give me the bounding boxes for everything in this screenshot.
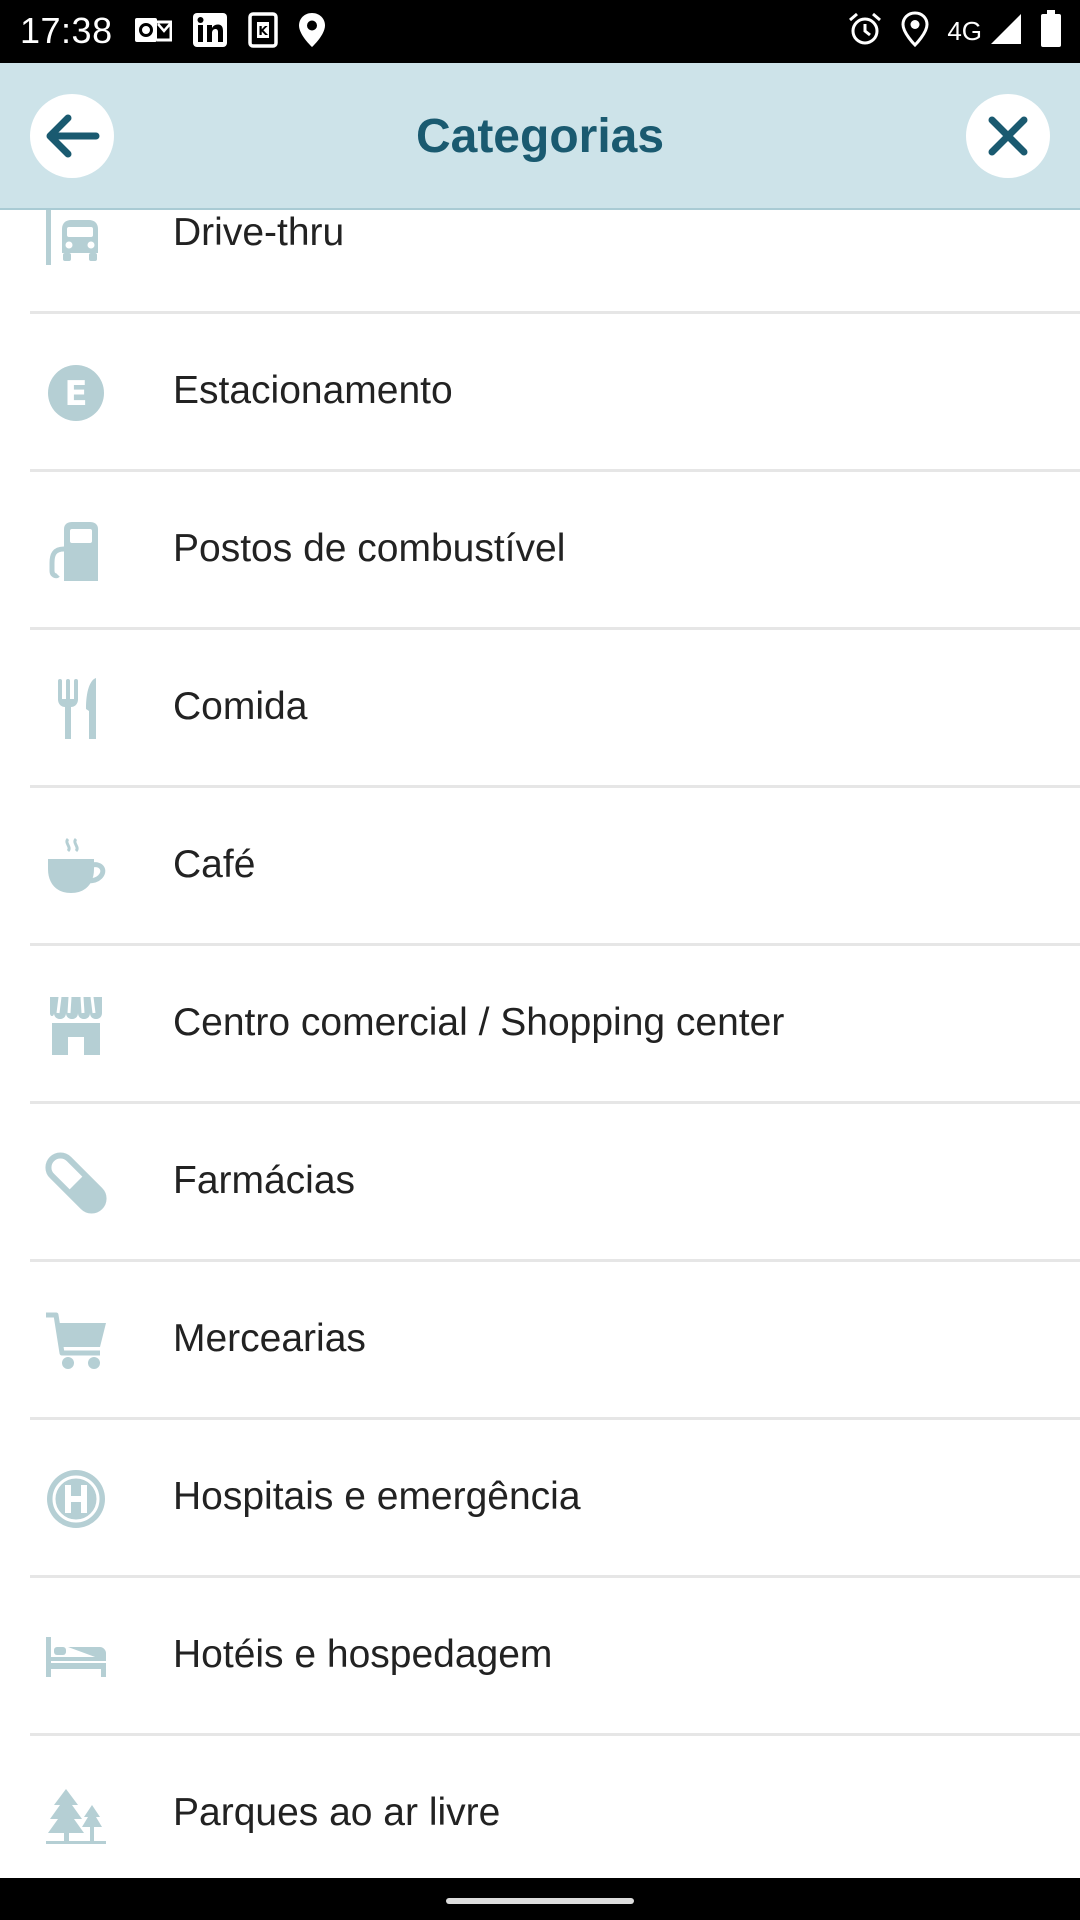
page-title: Categorias xyxy=(415,110,665,163)
list-item-label: Comida xyxy=(173,685,308,728)
outlook-icon xyxy=(134,13,173,52)
list-item-label: Postos de combustível xyxy=(173,527,566,570)
svg-text:K: K xyxy=(258,24,268,38)
list-item-label: Centro comercial / Shopping center xyxy=(173,1001,785,1044)
list-item-hospital[interactable]: Hospitais e emergência xyxy=(30,1420,1080,1578)
location-icon xyxy=(901,10,929,52)
location-icon xyxy=(298,12,326,53)
list-item-drive-thru[interactable]: Drive-thru xyxy=(30,210,1080,314)
list-item-parks[interactable]: Parques ao ar livre xyxy=(30,1736,1080,1878)
shopping-cart-icon xyxy=(44,1309,108,1373)
category-list[interactable]: Drive-thru E Estacionamento Postos de co… xyxy=(0,210,1080,1878)
signal-icon xyxy=(990,13,1022,50)
storefront-icon xyxy=(44,993,108,1057)
list-item-label: Hospitais e emergência xyxy=(173,1475,581,1518)
list-item-label: Parques ao ar livre xyxy=(173,1791,501,1834)
status-bar: 17:38 K 4G xyxy=(0,0,1080,63)
close-button[interactable] xyxy=(966,94,1050,178)
coffee-cup-icon xyxy=(44,835,108,899)
notification-icons: K xyxy=(134,11,326,53)
trees-icon xyxy=(44,1783,108,1847)
svg-text:E: E xyxy=(64,374,87,414)
list-item-grocery[interactable]: Mercearias xyxy=(30,1262,1080,1420)
list-item-label: Hotéis e hospedagem xyxy=(173,1633,553,1676)
list-item-mall[interactable]: Centro comercial / Shopping center xyxy=(30,946,1080,1104)
list-item-label: Estacionamento xyxy=(173,369,453,412)
list-item-label: Café xyxy=(173,843,256,886)
list-item-coffee[interactable]: Café xyxy=(30,788,1080,946)
parking-icon: E xyxy=(44,361,108,425)
status-time: 17:38 xyxy=(20,10,113,51)
list-item-label: Drive-thru xyxy=(173,211,345,254)
fork-knife-icon xyxy=(44,677,108,741)
list-item-fuel[interactable]: Postos de combustível xyxy=(30,472,1080,630)
k-app-icon: K xyxy=(248,11,278,53)
app-header: Categorias xyxy=(0,63,1080,210)
drive-thru-icon xyxy=(44,210,108,267)
list-item-parking[interactable]: E Estacionamento xyxy=(30,314,1080,472)
close-icon xyxy=(988,116,1028,156)
linkedin-icon xyxy=(192,12,228,53)
list-item-label: Farmácias xyxy=(173,1159,356,1202)
list-item-food[interactable]: Comida xyxy=(30,630,1080,788)
fuel-station-icon xyxy=(44,519,108,583)
list-item-hotel[interactable]: Hotéis e hospedagem xyxy=(30,1578,1080,1736)
system-icons: 4G xyxy=(847,9,1062,53)
battery-icon xyxy=(1040,9,1062,53)
hospital-icon xyxy=(44,1467,108,1531)
alarm-icon xyxy=(847,11,883,52)
bed-icon xyxy=(44,1625,108,1689)
home-indicator[interactable] xyxy=(446,1898,634,1904)
pill-icon xyxy=(44,1151,108,1215)
navigation-bar xyxy=(0,1878,1080,1920)
network-type: 4G xyxy=(947,15,982,46)
list-item-pharmacy[interactable]: Farmácias xyxy=(30,1104,1080,1262)
list-item-label: Mercearias xyxy=(173,1317,366,1360)
